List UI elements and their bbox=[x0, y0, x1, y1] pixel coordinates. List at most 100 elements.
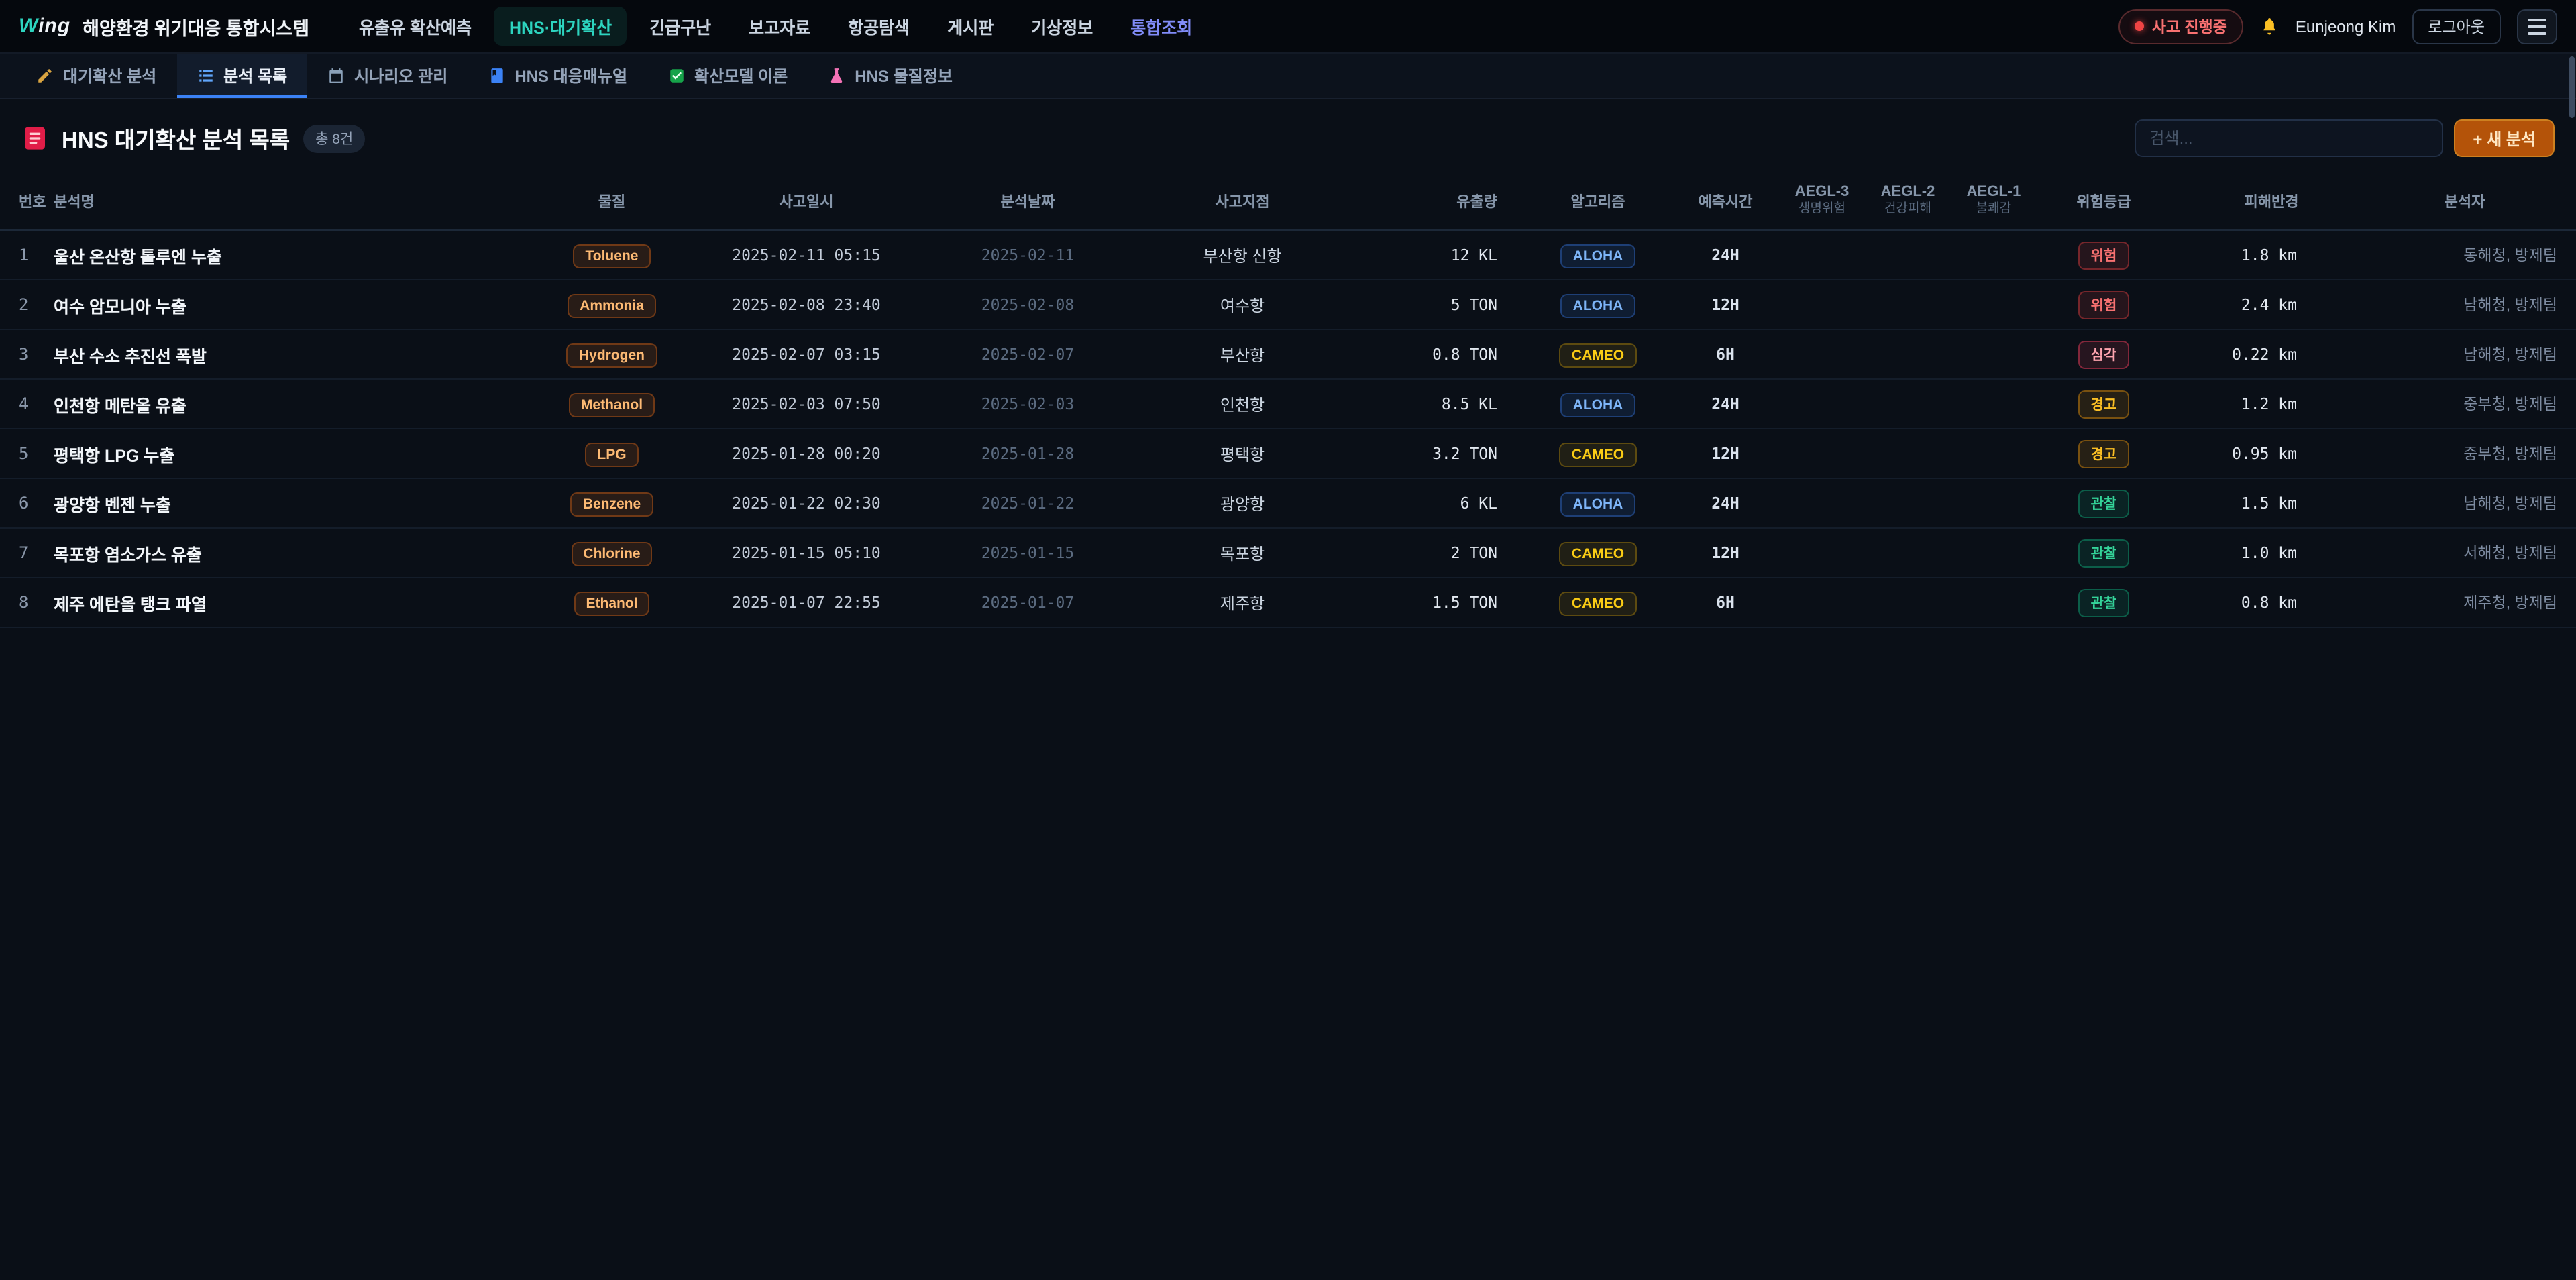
algorithm-badge: CAMEO bbox=[1560, 591, 1636, 615]
algorithm-badge: ALOHA bbox=[1561, 244, 1635, 268]
damage-radius: 1.5 km bbox=[2171, 494, 2372, 513]
col-header-location: 사고지점 bbox=[1135, 190, 1350, 211]
forecast-duration: 6H bbox=[1672, 593, 1779, 612]
substance-badge: Methanol bbox=[569, 392, 655, 417]
forecast-duration: 24H bbox=[1672, 494, 1779, 513]
hamburger-menu-icon[interactable] bbox=[2517, 9, 2557, 44]
scrollbar[interactable] bbox=[2569, 56, 2575, 118]
analysis-name[interactable]: 광양항 벤젠 누출 bbox=[54, 490, 531, 516]
menu-item-spill-forecast[interactable]: 유출유 확산예측 bbox=[344, 7, 486, 46]
analyst: 남해청, 방제팀 bbox=[2372, 343, 2557, 365]
incident-location: 제주항 bbox=[1135, 591, 1350, 614]
forecast-duration: 12H bbox=[1672, 295, 1779, 314]
incident-datetime: 2025-02-08 23:40 bbox=[692, 295, 920, 314]
aegl2-subtitle: 건강피해 bbox=[1884, 202, 1931, 218]
brand[interactable]: Wing 해양환경 위기대응 통합시스템 bbox=[19, 13, 309, 40]
tab-analysis-list[interactable]: 분석 목록 bbox=[176, 54, 307, 98]
spill-amount: 2 TON bbox=[1350, 543, 1524, 562]
top-bar-right: 사고 진행중 Eunjeong Kim 로그아웃 bbox=[2118, 9, 2557, 44]
risk-badge: 심각 bbox=[2079, 340, 2129, 368]
spill-amount: 3.2 TON bbox=[1350, 444, 1524, 463]
menu-item-integrated-search[interactable]: 통합조회 bbox=[1116, 7, 1207, 46]
tab-label: 시나리오 관리 bbox=[354, 64, 447, 87]
risk-badge: 관찰 bbox=[2079, 588, 2129, 617]
menu-item-rescue[interactable]: 긴급구난 bbox=[635, 7, 726, 46]
analysis-name[interactable]: 인천항 메탄올 유출 bbox=[54, 391, 531, 417]
row-number: 8 bbox=[19, 593, 54, 612]
analysis-name[interactable]: 부산 수소 추진선 폭발 bbox=[54, 341, 531, 367]
table-row[interactable]: 3 부산 수소 추진선 폭발 Hydrogen 2025-02-07 03:15… bbox=[0, 330, 2576, 380]
risk-badge: 위험 bbox=[2079, 241, 2129, 269]
analysis-name[interactable]: 평택항 LPG 누출 bbox=[54, 441, 531, 466]
col-header-algorithm: 알고리즘 bbox=[1524, 190, 1672, 211]
table-row[interactable]: 7 목포항 염소가스 유출 Chlorine 2025-01-15 05:10 … bbox=[0, 529, 2576, 578]
incident-location: 광양항 bbox=[1135, 492, 1350, 515]
table-row[interactable]: 6 광양항 벤젠 누출 Benzene 2025-01-22 02:30 202… bbox=[0, 479, 2576, 529]
page-header: HNS 대기확산 분석 목록 총 8건 + 새 분석 bbox=[0, 99, 2576, 172]
tab-hns-manual[interactable]: HNS 대응매뉴얼 bbox=[468, 54, 647, 98]
col-header-datetime: 사고일시 bbox=[692, 190, 920, 211]
analyst: 제주청, 방제팀 bbox=[2372, 592, 2557, 613]
algorithm-badge: CAMEO bbox=[1560, 541, 1636, 566]
table-row[interactable]: 4 인천항 메탄올 유출 Methanol 2025-02-03 07:50 2… bbox=[0, 380, 2576, 429]
aegl1-subtitle: 불쾌감 bbox=[1976, 202, 2011, 218]
incident-datetime: 2025-02-11 05:15 bbox=[692, 246, 920, 264]
search-input[interactable] bbox=[2135, 119, 2443, 157]
menu-item-aerial-search[interactable]: 항공탐색 bbox=[833, 7, 924, 46]
tab-label: 확산모델 이론 bbox=[694, 64, 788, 87]
aegl3-title: AEGL-3 bbox=[1795, 183, 1849, 202]
menu-item-board[interactable]: 게시판 bbox=[932, 7, 1008, 46]
spill-amount: 0.8 TON bbox=[1350, 345, 1524, 364]
table-row[interactable]: 2 여수 암모니아 누출 Ammonia 2025-02-08 23:40 20… bbox=[0, 280, 2576, 330]
spill-amount: 12 KL bbox=[1350, 246, 1524, 264]
analysis-name[interactable]: 목포항 염소가스 유출 bbox=[54, 540, 531, 566]
analysis-date: 2025-01-28 bbox=[920, 444, 1135, 463]
col-header-analyst: 분석자 bbox=[2372, 190, 2557, 211]
row-number: 5 bbox=[19, 444, 54, 463]
incident-datetime: 2025-01-22 02:30 bbox=[692, 494, 920, 513]
table-row[interactable]: 8 제주 에탄올 탱크 파열 Ethanol 2025-01-07 22:55 … bbox=[0, 578, 2576, 628]
tab-label: HNS 대응매뉴얼 bbox=[515, 64, 627, 87]
damage-radius: 0.8 km bbox=[2171, 593, 2372, 612]
analyst: 서해청, 방제팀 bbox=[2372, 542, 2557, 564]
forecast-duration: 24H bbox=[1672, 246, 1779, 264]
analysis-table: 번호 분석명 물질 사고일시 분석날짜 사고지점 유출량 알고리즘 예측시간 A… bbox=[0, 172, 2576, 628]
row-number: 6 bbox=[19, 494, 54, 513]
analyst: 중부청, 방제팀 bbox=[2372, 443, 2557, 464]
tab-dispersion-analysis[interactable]: 대기확산 분석 bbox=[16, 54, 176, 98]
incident-status-badge[interactable]: 사고 진행중 bbox=[2118, 9, 2243, 44]
damage-radius: 1.0 km bbox=[2171, 543, 2372, 562]
analysis-name[interactable]: 울산 온산항 톨루엔 누출 bbox=[54, 242, 531, 268]
incident-datetime: 2025-01-28 00:20 bbox=[692, 444, 920, 463]
row-number: 7 bbox=[19, 543, 54, 562]
spill-amount: 6 KL bbox=[1350, 494, 1524, 513]
row-number: 3 bbox=[19, 345, 54, 364]
col-header-aegl3: AEGL-3 생명위험 bbox=[1779, 183, 1865, 217]
forecast-duration: 24H bbox=[1672, 394, 1779, 413]
table-row[interactable]: 5 평택항 LPG 누출 LPG 2025-01-28 00:20 2025-0… bbox=[0, 429, 2576, 479]
spill-amount: 1.5 TON bbox=[1350, 593, 1524, 612]
new-analysis-button[interactable]: + 새 분석 bbox=[2454, 119, 2555, 157]
substance-badge: Ethanol bbox=[574, 591, 650, 615]
bell-icon[interactable] bbox=[2259, 16, 2279, 36]
analyst: 동해청, 방제팀 bbox=[2372, 244, 2557, 266]
tab-scenario-management[interactable]: 시나리오 관리 bbox=[307, 54, 468, 98]
table-row[interactable]: 1 울산 온산항 톨루엔 누출 Toluene 2025-02-11 05:15… bbox=[0, 231, 2576, 280]
menu-item-hns-dispersion[interactable]: HNS·대기확산 bbox=[494, 7, 627, 46]
analysis-name[interactable]: 제주 에탄올 탱크 파열 bbox=[54, 590, 531, 615]
menu-item-reports[interactable]: 보고자료 bbox=[734, 7, 825, 46]
analysis-name[interactable]: 여수 암모니아 누출 bbox=[54, 292, 531, 317]
user-name: Eunjeong Kim bbox=[2296, 17, 2396, 36]
menu-item-weather[interactable]: 기상정보 bbox=[1016, 7, 1108, 46]
incident-datetime: 2025-02-03 07:50 bbox=[692, 394, 920, 413]
tab-dispersion-model-theory[interactable]: 확산모델 이론 bbox=[647, 54, 808, 98]
tab-hns-substance-info[interactable]: HNS 물질정보 bbox=[808, 54, 973, 98]
analysis-date: 2025-02-11 bbox=[920, 246, 1135, 264]
col-header-name: 분석명 bbox=[54, 190, 531, 211]
logout-button[interactable]: 로그아웃 bbox=[2412, 9, 2501, 44]
col-header-risk: 위험등급 bbox=[2037, 190, 2171, 211]
substance-badge: Hydrogen bbox=[567, 343, 657, 367]
col-header-aegl2: AEGL-2 건강피해 bbox=[1865, 183, 1951, 217]
substance-badge: Toluene bbox=[574, 244, 651, 268]
top-bar: Wing 해양환경 위기대응 통합시스템 유출유 확산예측 HNS·대기확산 긴… bbox=[0, 0, 2576, 54]
